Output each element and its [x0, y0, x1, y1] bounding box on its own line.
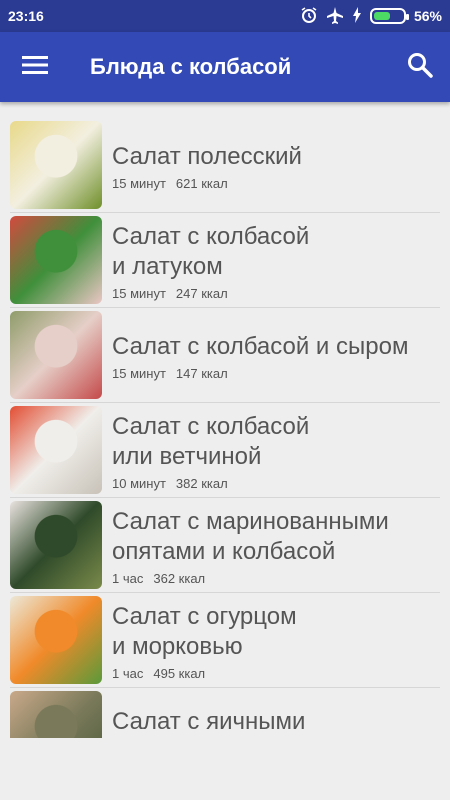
search-button[interactable]	[390, 32, 450, 102]
recipe-meta: 15 минут 147 ккал	[112, 366, 408, 381]
recipe-thumbnail	[10, 121, 102, 209]
recipe-calories: 382 ккал	[175, 476, 228, 491]
alarm-icon	[300, 6, 318, 27]
recipe-thumbnail	[10, 216, 102, 304]
recipe-item[interactable]: Салат с колбасой или ветчиной 10 минут 382…	[10, 403, 440, 498]
recipe-thumbnail	[10, 691, 102, 738]
recipe-thumbnail	[10, 596, 102, 684]
hamburger-menu-icon	[22, 55, 48, 80]
recipe-calories: 147 ккал	[175, 366, 228, 381]
recipe-meta: 10 минут 382 ккал	[112, 476, 309, 491]
recipe-time: 1 час	[112, 666, 144, 681]
app-bar: Блюда с колбасой	[0, 32, 450, 102]
recipe-name: Салат с колбасой или ветчиной	[112, 413, 310, 470]
recipe-info: Салат с колбасой и латуком 15 минут 247 кк…	[112, 216, 309, 307]
recipe-item[interactable]: Салат с колбасой и латуком 15 минут 247 кк…	[10, 213, 440, 308]
recipe-info: Салат полесский 15 минут 621 ккал	[112, 121, 302, 212]
recipe-name: Салат с маринованными опятами и колбасой	[112, 508, 389, 565]
recipe-meta: 1 час 362 ккал	[112, 571, 389, 586]
recipe-info: Салат с маринованными опятами и колбасой…	[112, 501, 389, 592]
recipe-meta: 15 минут 247 ккал	[112, 286, 309, 301]
recipe-info: Салат с колбасой или ветчиной 10 минут 382…	[112, 406, 309, 497]
recipe-calories: 247 ккал	[175, 286, 228, 301]
recipe-item[interactable]: Салат с маринованными опятами и колбасой…	[10, 498, 440, 593]
status-time: 23:16	[8, 8, 44, 24]
recipe-calories: 495 ккал	[153, 666, 206, 681]
recipe-time: 10 минут	[112, 476, 166, 491]
recipe-info: Салат с огурцом и морковью 1 час 495 ккал	[112, 596, 297, 687]
recipe-thumbnail	[10, 501, 102, 589]
recipe-name: Салат с яичными блинчиками	[112, 707, 306, 739]
recipe-time: 15 минут	[112, 366, 166, 381]
menu-button[interactable]	[0, 32, 70, 102]
search-icon	[407, 52, 433, 83]
airplane-icon	[326, 6, 344, 27]
recipe-time: 1 час	[112, 571, 144, 586]
recipe-item[interactable]: Салат с колбасой и сыром 15 минут 147 ккал	[10, 308, 440, 403]
recipe-time: 15 минут	[112, 176, 166, 191]
status-bar: 23:16 56%	[0, 0, 450, 32]
charging-icon	[352, 6, 362, 26]
recipe-info: Салат с яичными блинчиками	[112, 691, 306, 739]
recipe-thumbnail	[10, 406, 102, 494]
recipe-name: Салат с колбасой и латуком	[112, 223, 310, 280]
recipe-calories: 362 ккал	[153, 571, 206, 586]
status-icons: 56%	[300, 6, 442, 27]
recipe-item[interactable]: Салат с огурцом и морковью 1 час 495 ккал	[10, 593, 440, 688]
battery-icon	[369, 8, 409, 24]
recipe-meta: 15 минут 621 ккал	[112, 176, 302, 191]
recipe-name: Салат с огурцом и морковью	[112, 603, 297, 660]
recipe-list: Салат полесский 15 минут 621 ккал Салат с к…	[10, 118, 440, 738]
recipe-thumbnail	[10, 311, 102, 399]
battery-level	[373, 12, 390, 20]
battery-percent: 56%	[413, 8, 442, 24]
recipe-calories: 621 ккал	[175, 176, 228, 191]
recipe-item[interactable]: Салат с яичными блинчиками	[10, 688, 440, 738]
recipe-time: 15 минут	[112, 286, 166, 301]
page-title: Блюда с колбасой	[90, 54, 292, 79]
recipe-name: Салат полесский	[112, 143, 302, 170]
recipe-item[interactable]: Салат полесский 15 минут 621 ккал	[10, 118, 440, 213]
recipe-info: Салат с колбасой и сыром 15 минут 147 ккал	[112, 311, 408, 402]
recipe-meta: 1 час 495 ккал	[112, 666, 297, 681]
recipe-name: Салат с колбасой и сыром	[112, 333, 409, 360]
